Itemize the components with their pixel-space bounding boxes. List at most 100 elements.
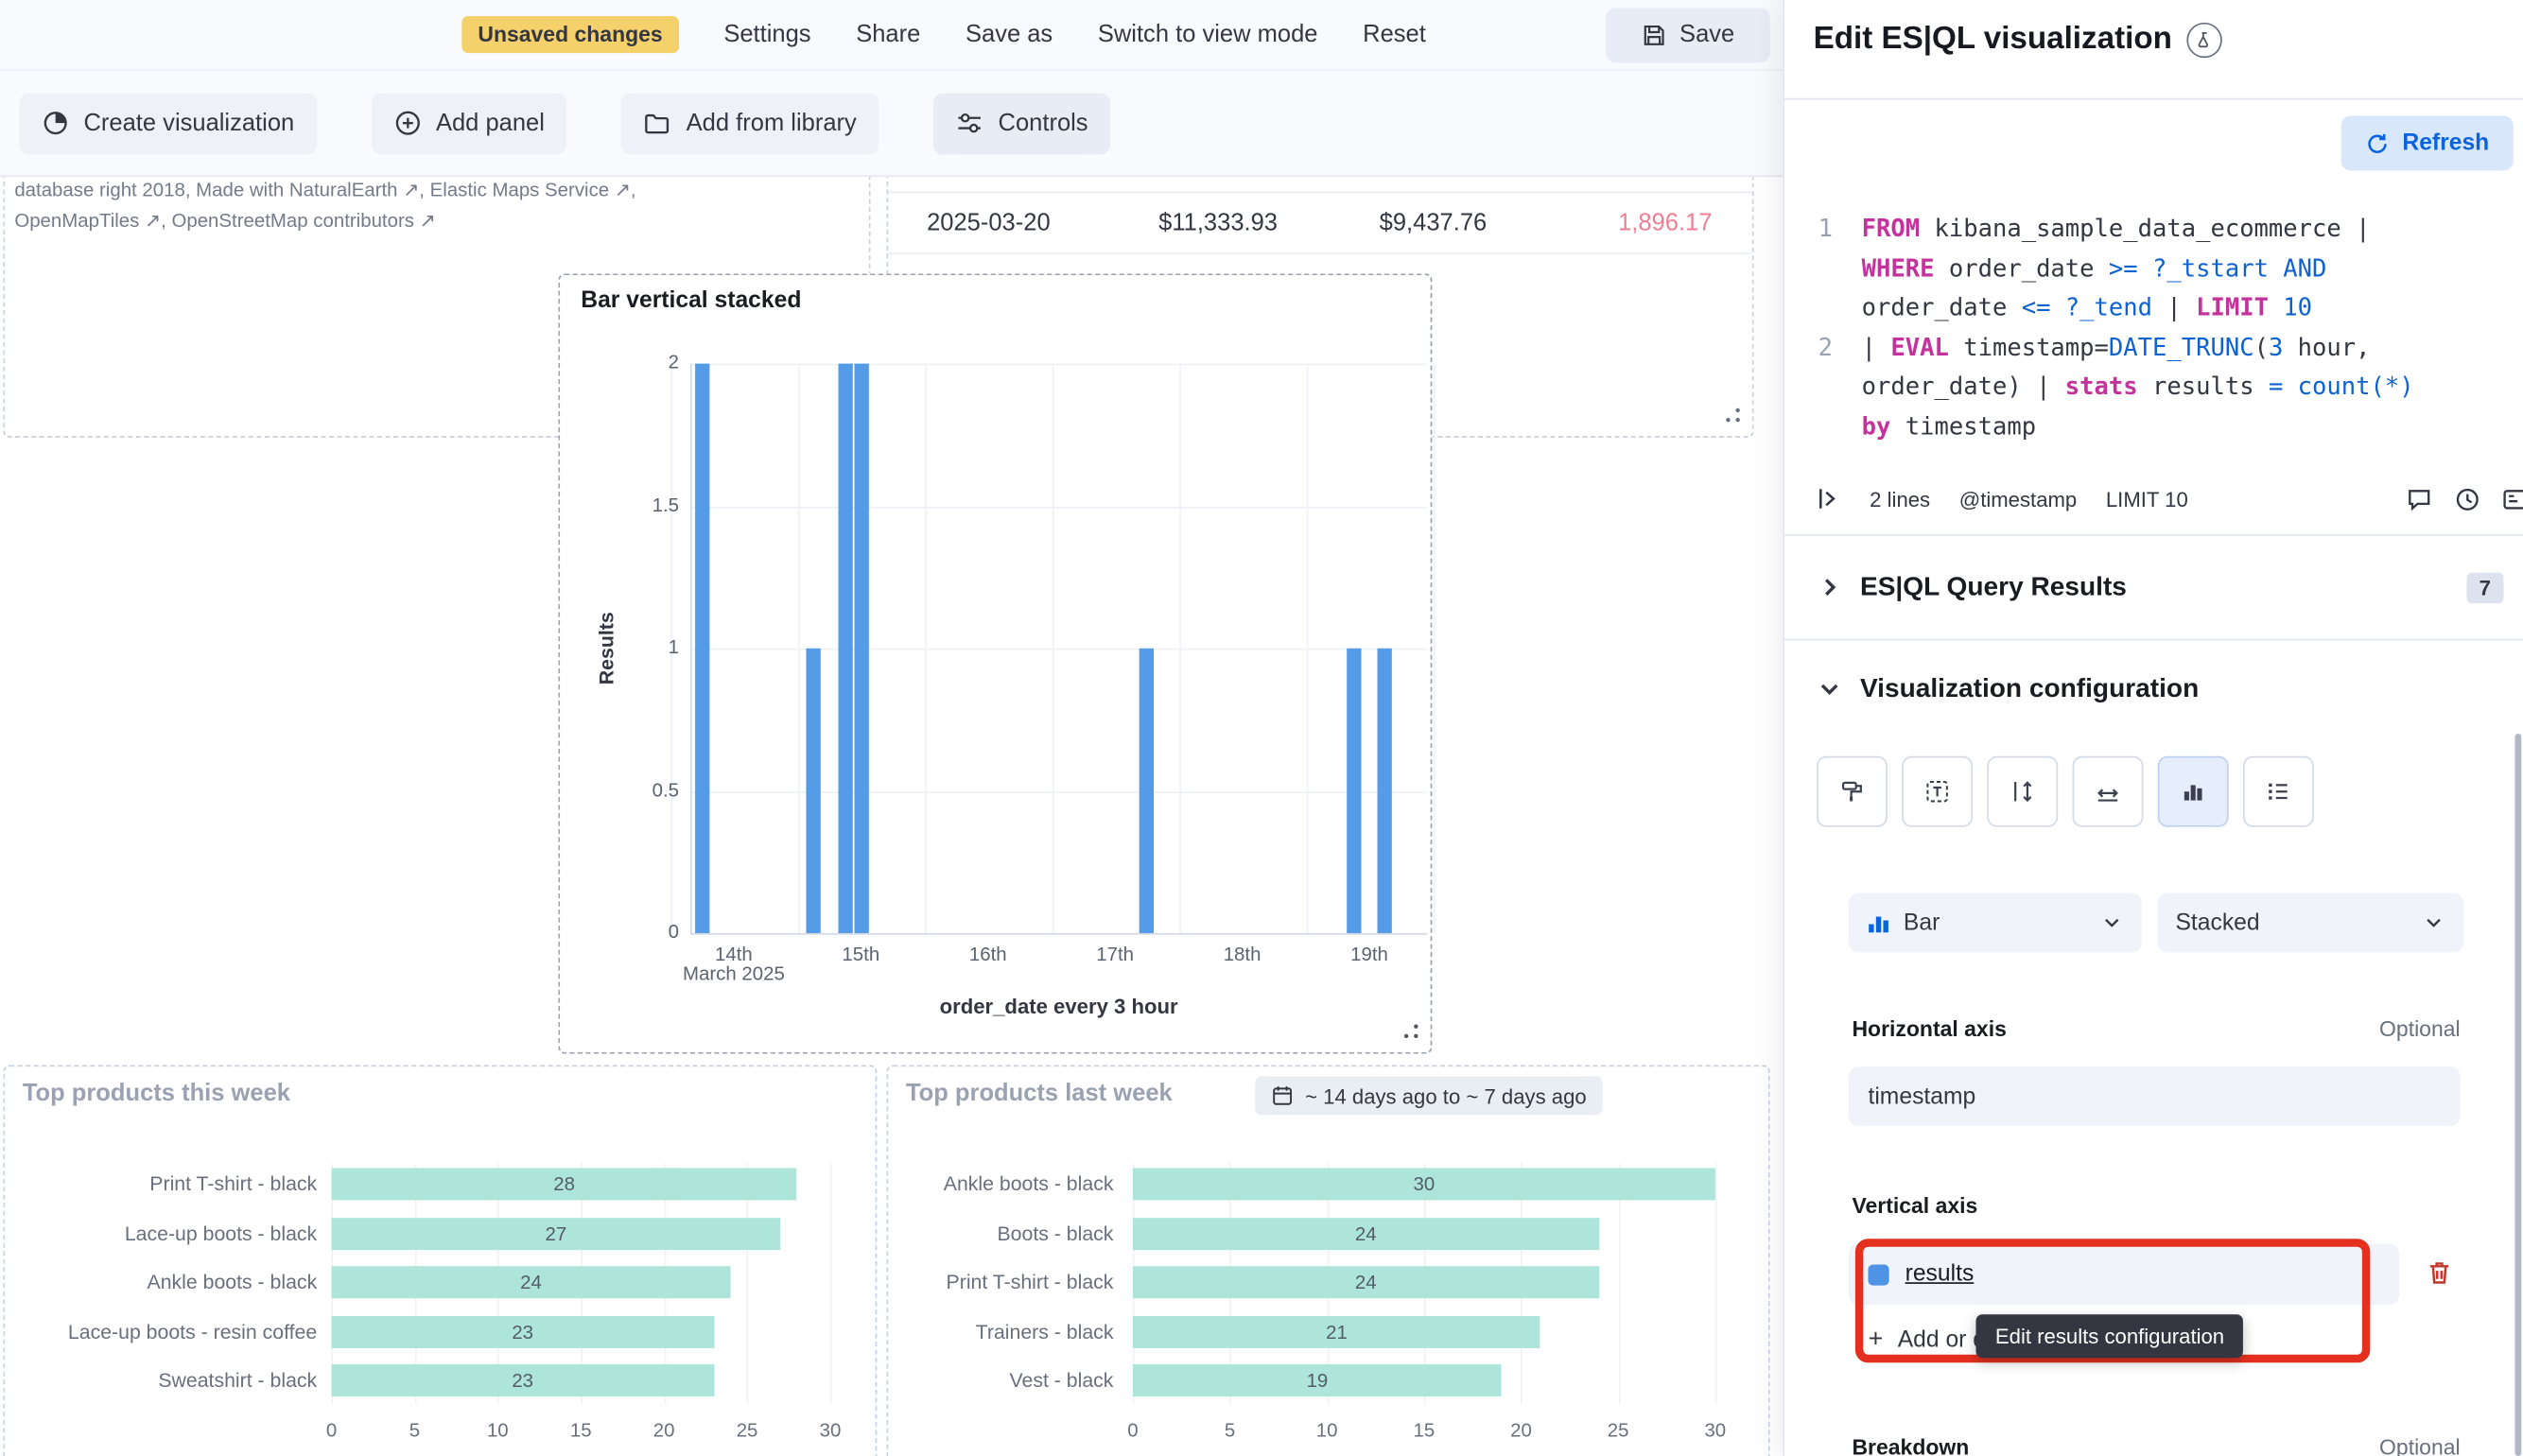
x-axis-tick-label: 20 bbox=[1497, 1419, 1545, 1442]
menu-switch-to-view-mode[interactable]: Switch to view mode bbox=[1098, 21, 1318, 48]
bar[interactable] bbox=[854, 364, 868, 933]
top-products-week-panel[interactable]: Top products this week 051015202530Print… bbox=[3, 1065, 877, 1456]
unsaved-changes-badge: Unsaved changes bbox=[461, 16, 678, 53]
top-products-lastweek-panel[interactable]: Top products last week ~ 14 days ago to … bbox=[887, 1065, 1770, 1456]
code-row[interactable]: order_date) | stats results = count(*) bbox=[1784, 367, 2523, 407]
value-label: 21 bbox=[1133, 1319, 1540, 1344]
gridline bbox=[690, 506, 1427, 508]
save-button[interactable]: Save bbox=[1606, 8, 1770, 62]
config-tab-style[interactable] bbox=[1817, 756, 1888, 827]
config-tabs bbox=[1817, 756, 2314, 827]
vertical-axis-field-link[interactable]: results bbox=[1905, 1261, 1975, 1287]
flyout-scrollbar[interactable] bbox=[2514, 734, 2521, 1456]
resize-handle-icon[interactable] bbox=[1401, 1022, 1420, 1041]
y-axis-tick-label: 1.5 bbox=[608, 494, 679, 516]
horizontal-axis-field[interactable]: timestamp bbox=[1849, 1066, 2461, 1126]
menu-settings[interactable]: Settings bbox=[723, 21, 810, 48]
bar[interactable] bbox=[1140, 649, 1154, 933]
bar-chart-mini-icon bbox=[1867, 910, 1891, 935]
category-label: Lace-up boots - resin coffee bbox=[5, 1319, 317, 1344]
code-row[interactable]: by timestamp bbox=[1784, 407, 2523, 446]
x-axis-tick-label: 20 bbox=[640, 1419, 688, 1442]
category-label: Lace-up boots - black bbox=[5, 1221, 317, 1246]
query-history-clock-icon[interactable] bbox=[2454, 485, 2481, 512]
feedback-comment-icon[interactable] bbox=[2406, 485, 2433, 512]
controls-button[interactable]: Controls bbox=[933, 93, 1110, 154]
breakdown-row: Breakdown Optional bbox=[1784, 1435, 2523, 1456]
add-panel-button[interactable]: Add panel bbox=[372, 93, 567, 154]
chart-type-select[interactable]: Bar bbox=[1849, 893, 2142, 952]
resize-handle-icon[interactable] bbox=[1723, 406, 1742, 425]
code-row[interactable]: WHERE order_date >= ?_tstart AND bbox=[1784, 249, 2523, 288]
sliders-icon bbox=[956, 110, 983, 137]
config-tab-vertical-axis[interactable] bbox=[1987, 756, 2058, 827]
chevron-right-icon bbox=[1817, 574, 1842, 599]
x-axis-tick-label: 0 bbox=[1108, 1419, 1157, 1442]
code-row[interactable]: 1FROM kibana_sample_data_ecommerce | bbox=[1784, 209, 2523, 249]
hbar-week-area: 051015202530Print T-shirt - black28Lace-… bbox=[5, 1066, 876, 1456]
visualization-configuration-section[interactable]: Visualization configuration bbox=[1784, 640, 2523, 737]
x-axis-tick-label: 15 bbox=[557, 1419, 605, 1442]
results-count-badge: 7 bbox=[2466, 572, 2504, 602]
stack-mode-value: Stacked bbox=[2175, 910, 2259, 935]
editor-footer: 2 lines @timestamp LIMIT 10 bbox=[1784, 473, 2523, 524]
plus-icon: + bbox=[1868, 1327, 1883, 1353]
y-axis-line bbox=[690, 364, 692, 933]
bar[interactable] bbox=[838, 364, 852, 933]
code-row[interactable]: order_date <= ?_tend | LIMIT 10 bbox=[1784, 288, 2523, 328]
delete-dimension-trash-icon[interactable] bbox=[2418, 1252, 2460, 1293]
chevron-down-icon bbox=[2422, 910, 2446, 935]
x-axis-tick-label: 30 bbox=[1691, 1419, 1739, 1442]
menu-save-as[interactable]: Save as bbox=[966, 21, 1053, 48]
table-cell-value: 1,896.17 bbox=[1618, 193, 1712, 252]
legend-list-icon bbox=[2266, 779, 2291, 805]
x-axis-tick-label: 30 bbox=[806, 1419, 854, 1442]
add-from-library-label: Add from library bbox=[687, 110, 857, 137]
gridline bbox=[690, 364, 1427, 366]
x-axis-tick-label: 15 bbox=[1400, 1419, 1448, 1442]
code-row[interactable]: 2| EVAL timestamp=DATE_TRUNC(3 hour, bbox=[1784, 327, 2523, 367]
x-axis-title: order_date every 3 hour bbox=[940, 995, 1178, 1019]
x-axis-tick-label: 19th bbox=[1321, 943, 1418, 965]
esql-editor[interactable]: 1FROM kibana_sample_data_ecommerce |WHER… bbox=[1784, 190, 2523, 446]
x-axis-tick-label: 5 bbox=[391, 1419, 439, 1442]
esql-code[interactable]: 1FROM kibana_sample_data_ecommerce |WHER… bbox=[1784, 209, 2523, 445]
bar[interactable] bbox=[695, 364, 709, 933]
refresh-button[interactable]: Refresh bbox=[2341, 116, 2514, 171]
y-axis-title: Results bbox=[596, 612, 618, 685]
category-label: Print T-shirt - black bbox=[888, 1270, 1113, 1295]
kibana-dashboard-editor: Unsaved changes Settings Share Save as S… bbox=[0, 0, 2523, 1456]
x-axis-line bbox=[690, 933, 1427, 935]
value-label: 24 bbox=[1133, 1221, 1599, 1246]
vertical-axis-dimension-row[interactable]: results bbox=[1849, 1243, 2399, 1305]
bar-vertical-stacked-panel[interactable]: Bar vertical stacked 00.511.5214th15th16… bbox=[558, 273, 1432, 1053]
text-box-icon bbox=[1924, 779, 1950, 805]
horizontal-axis-label: Horizontal axis bbox=[1852, 1016, 2006, 1041]
bar[interactable] bbox=[1378, 649, 1392, 933]
expand-editor-icon[interactable] bbox=[2502, 485, 2523, 512]
chart-type-value: Bar bbox=[1904, 910, 1940, 935]
x-axis-tick-label: 18th bbox=[1194, 943, 1291, 965]
config-tab-legend[interactable] bbox=[2243, 756, 2314, 827]
add-from-library-button[interactable]: Add from library bbox=[622, 93, 879, 154]
esql-query-results-section[interactable]: ES|QL Query Results 7 bbox=[1784, 536, 2523, 639]
esql-icon bbox=[1815, 486, 1840, 511]
config-tab-text[interactable] bbox=[1902, 756, 1973, 827]
create-visualization-button[interactable]: Create visualization bbox=[19, 93, 317, 154]
flyout-title: Edit ES|QL visualization bbox=[1814, 21, 2172, 58]
value-label: 23 bbox=[332, 1367, 714, 1393]
menu-share[interactable]: Share bbox=[856, 21, 920, 48]
stack-mode-select[interactable]: Stacked bbox=[2158, 893, 2463, 952]
divider bbox=[1784, 98, 2523, 100]
bar[interactable] bbox=[1347, 649, 1361, 933]
menu-reset[interactable]: Reset bbox=[1363, 21, 1426, 48]
config-tab-bars[interactable] bbox=[2158, 756, 2229, 827]
table-row[interactable]: 2025-03-20 $11,333.93 $9,437.76 1,896.17 bbox=[888, 191, 1752, 253]
category-label: Trainers - black bbox=[888, 1319, 1113, 1344]
bar[interactable] bbox=[806, 649, 820, 933]
editor-time-field[interactable]: @timestamp bbox=[1959, 487, 2078, 511]
series-color-swatch[interactable] bbox=[1868, 1264, 1888, 1285]
config-tab-horizontal-axis[interactable] bbox=[2073, 756, 2144, 827]
visualization-config-body: Bar Stacked Horizontal axis Optional tim… bbox=[1784, 737, 2523, 1456]
create-visualization-label: Create visualization bbox=[83, 110, 294, 137]
